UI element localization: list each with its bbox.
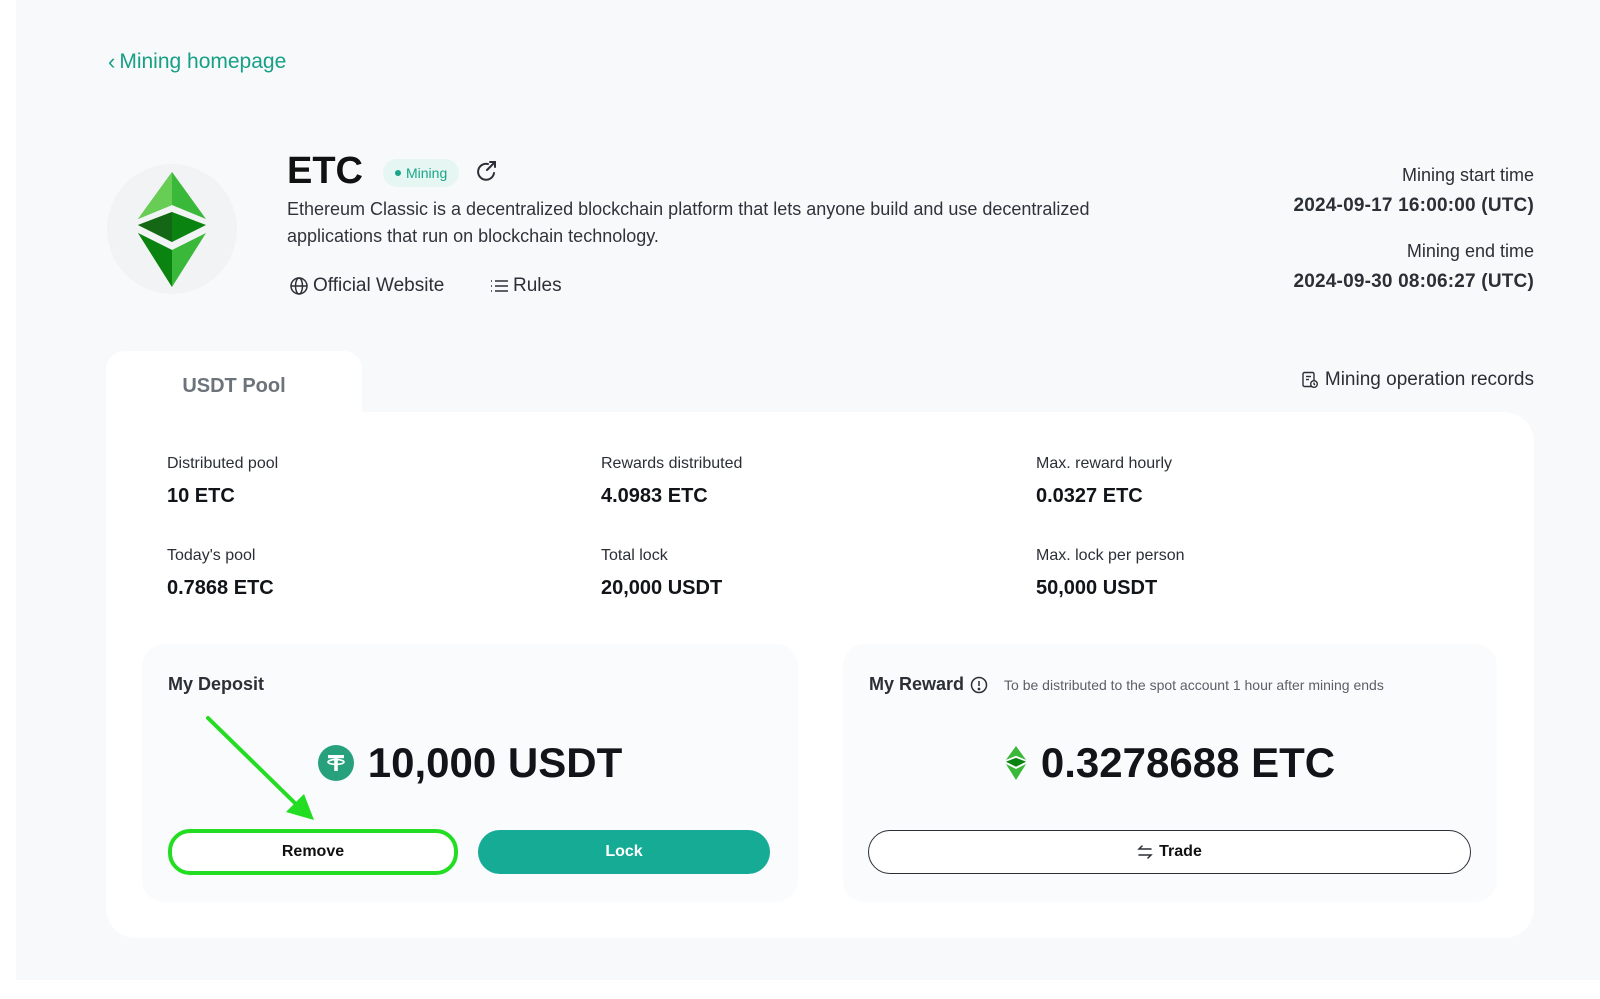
remove-button[interactable]: Remove [168,829,458,875]
tab-usdt-pool[interactable]: USDT Pool [106,351,362,421]
globe-icon [290,277,308,295]
list-icon [491,280,508,292]
records-icon [1302,371,1318,388]
stat-label: Distributed pool [167,455,279,472]
share-icon[interactable] [473,159,499,190]
trade-button[interactable]: Trade [868,830,1471,874]
status-badge: Mining [383,159,460,187]
stat-label: Max. lock per person [1036,547,1185,564]
my-deposit-panel: My Deposit 10,000 USDT Remove Lock [142,644,798,902]
stat-value: 50,000 USDT [1036,577,1158,599]
etc-small-icon [1005,746,1026,780]
chevron-left-icon: ‹ [108,49,116,74]
coin-description: Ethereum Classic is a decentralized bloc… [287,199,1090,246]
mining-records-label: Mining operation records [1324,369,1534,390]
back-link-label: Mining homepage [119,50,287,73]
reward-amount: 0.3278688 ETC [1040,739,1336,786]
stat-label: Today's pool [167,547,256,564]
status-label: Mining [406,165,448,181]
mining-records-link[interactable]: Mining operation records [1301,369,1534,391]
etc-logo-icon [138,172,206,287]
my-deposit-title: My Deposit [168,674,265,694]
my-reward-panel: My Reward To be distributed to the spot … [843,644,1497,902]
official-website-link[interactable]: Official Website [289,275,444,297]
coin-symbol: ETC [287,150,363,192]
stat-value: 0.7868 ETC [167,577,274,599]
reward-amount-row: 0.3278688 ETC [843,739,1497,787]
my-reward-title: My Reward [869,674,965,694]
stat-value: 0.0327 ETC [1036,485,1143,507]
coin-logo [107,164,237,294]
tether-icon [317,745,354,781]
stat-label: Total lock [601,547,668,564]
stat-todays-pool: Today's pool 0.7868 ETC [167,547,274,600]
stat-value: 4.0983 ETC [601,485,708,507]
rules-label: Rules [513,275,562,296]
deposit-amount: 10,000 USDT [367,739,623,786]
stat-rewards-distributed: Rewards distributed 4.0983 ETC [601,455,742,508]
stat-max-reward-hourly: Max. reward hourly 0.0327 ETC [1036,455,1172,508]
deposit-amount-row: 10,000 USDT [142,739,798,787]
trade-label: Trade [1159,843,1202,860]
stat-max-lock-per-person: Max. lock per person 50,000 USDT [1036,547,1185,600]
stat-value: 10 ETC [167,485,235,507]
stat-total-lock: Total lock 20,000 USDT [601,547,722,600]
stat-value: 20,000 USDT [601,577,723,599]
mining-end-value: 2024-09-30 08:06:27 (UTC) [1293,271,1534,292]
stat-label: Max. reward hourly [1036,455,1173,472]
mining-start-value: 2024-09-17 16:00:00 (UTC) [1293,195,1534,216]
back-link[interactable]: ‹ Mining homepage [108,50,286,74]
swap-icon [1137,845,1153,859]
mining-end-label: Mining end time [1406,241,1534,261]
lock-button[interactable]: Lock [478,830,770,874]
my-reward-header: My Reward To be distributed to the spot … [869,674,1384,695]
status-dot [395,170,401,176]
mining-start-label: Mining start time [1401,165,1534,185]
rules-link[interactable]: Rules [489,275,562,297]
mining-start-block: Mining start time 2024-09-17 16:00:00 (U… [1293,165,1534,217]
official-website-label: Official Website [313,275,445,296]
mining-end-block: Mining end time 2024-09-30 08:06:27 (UTC… [1293,241,1534,293]
stat-distributed-pool: Distributed pool 10 ETC [167,455,278,508]
stat-label: Rewards distributed [601,455,743,472]
info-icon[interactable] [970,676,988,694]
reward-note: To be distributed to the spot account 1 … [1004,676,1384,693]
